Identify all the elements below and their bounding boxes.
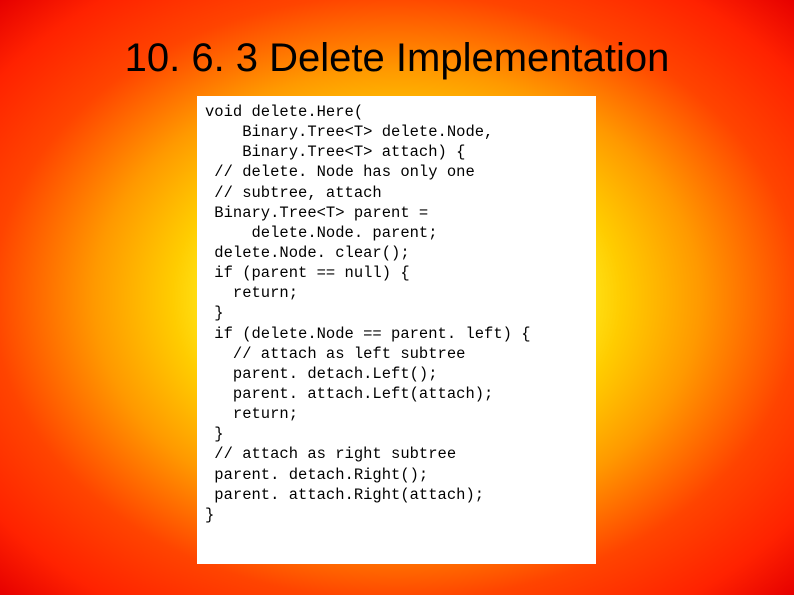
slide: 10. 6. 3 Delete Implementation void dele… [0, 0, 794, 595]
code-block: void delete.Here( Binary.Tree<T> delete.… [197, 96, 596, 564]
slide-title: 10. 6. 3 Delete Implementation [0, 36, 794, 81]
